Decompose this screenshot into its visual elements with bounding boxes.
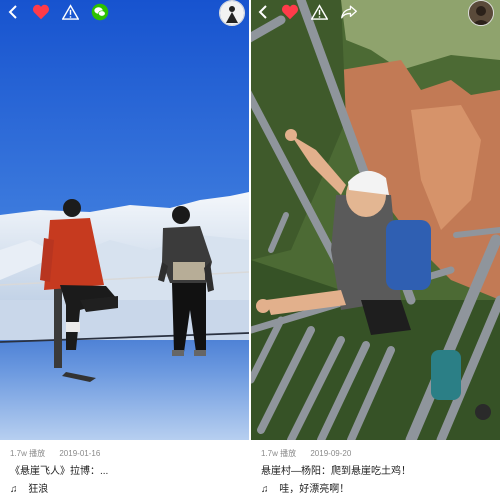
warning-icon[interactable]	[311, 4, 328, 20]
music-line[interactable]: ♫ 哇，好漂亮啊！	[261, 480, 349, 495]
heart-icon[interactable]	[281, 4, 299, 20]
avatar[interactable]	[468, 0, 494, 26]
music-line[interactable]: ♫ 狂浪	[10, 480, 48, 495]
share-icon[interactable]	[340, 4, 358, 20]
video-caption-right[interactable]: 1.7w 播放 2019-09-20 悬崖村—杨阳：爬到悬崖吃土鸡！ ♫ 哇，好…	[251, 440, 500, 496]
wechat-icon[interactable]	[91, 3, 109, 21]
post-date: 2019-01-16	[59, 449, 101, 458]
back-icon[interactable]	[257, 4, 269, 20]
top-toolbar-right	[251, 0, 500, 26]
music-note-icon: ♫	[261, 484, 269, 495]
avatar[interactable]	[219, 0, 245, 26]
view-count: 1.7w 播放	[10, 449, 46, 458]
back-icon[interactable]	[7, 4, 19, 20]
post-date: 2019-09-20	[310, 449, 352, 458]
video-thumbnail-right[interactable]	[251, 0, 500, 440]
video-caption-left[interactable]: 1.7w 播放 2019-01-16 《悬崖飞人》拉博：... ♫ 狂浪	[0, 440, 249, 496]
music-title: 哇，好漂亮啊！	[279, 484, 350, 495]
view-count: 1.7w 播放	[261, 449, 297, 458]
heart-icon[interactable]	[32, 4, 50, 20]
video-meta: 1.7w 播放 2019-01-16	[10, 448, 112, 459]
video-thumbnail-left[interactable]	[0, 0, 249, 440]
video-title[interactable]: 悬崖村—杨阳：爬到悬崖吃土鸡！	[261, 462, 411, 477]
music-title: 狂浪	[28, 484, 49, 495]
mountain-scene-image	[0, 0, 249, 440]
video-meta: 1.7w 播放 2019-09-20	[261, 448, 363, 459]
cliff-ladder-scene-image	[251, 0, 500, 440]
top-toolbar-left	[0, 0, 249, 26]
music-note-icon: ♫	[10, 484, 18, 495]
video-title[interactable]: 《悬崖飞人》拉博：...	[10, 462, 108, 477]
warning-icon[interactable]	[62, 4, 79, 20]
